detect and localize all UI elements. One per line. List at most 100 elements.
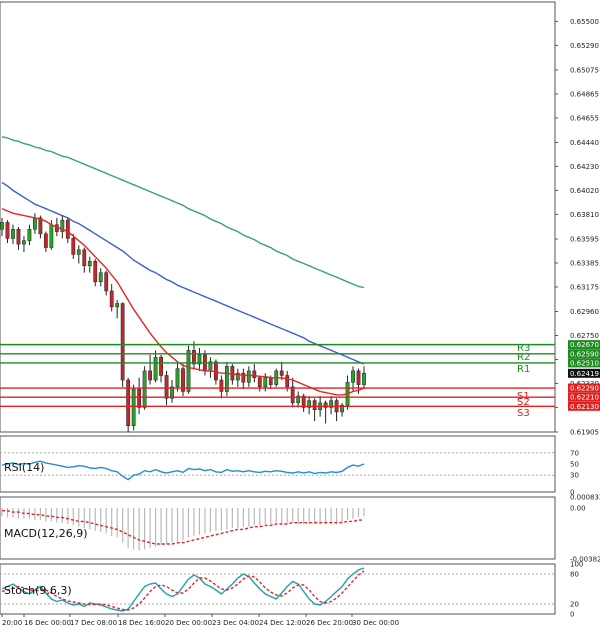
level-price-tag: 0.62290 [568, 383, 600, 393]
macd-tick-label: 0.000833 [570, 494, 600, 502]
time-tick-label: 20 Dec 00:00 [165, 619, 212, 627]
candle [11, 224, 15, 245]
candle [181, 364, 185, 397]
price-tick-label: 0.63385 [570, 259, 599, 267]
level-name-r1: R1 [517, 364, 530, 375]
level-name-r2: R2 [517, 352, 530, 363]
candle [175, 361, 180, 392]
price-tick-label: 0.62960 [570, 308, 599, 316]
macd-panel: 0.0008330.00-0.003827MACD(12,26,9) [0, 494, 600, 564]
candle [362, 366, 366, 390]
time-axis: 20:00 16 Dec 00:0017 Dec 08:00 18 Dec 16:0… [1, 614, 399, 627]
time-tick-label: 20:00 [2, 619, 22, 627]
candle [115, 300, 120, 319]
macd-tick-label: 0.00 [570, 505, 586, 513]
stoch-tick-label: 100 [570, 561, 583, 569]
stoch-label: Stoch(9,6,3) [4, 584, 72, 597]
candle [329, 396, 333, 415]
candle [43, 231, 48, 253]
candle [60, 215, 65, 239]
level-price-tag: 0.62210 [568, 392, 600, 402]
price-panel-frame [0, 1, 556, 433]
price-tick-label: 0.64020 [570, 187, 599, 195]
candle [87, 256, 92, 273]
rsi-line [1, 460, 365, 481]
price-tick-label: 0.65290 [570, 42, 599, 50]
candle [104, 270, 109, 296]
candle [126, 377, 131, 433]
current-price-tag: 0.62419 [568, 368, 600, 378]
ma-slow-line [1, 136, 365, 289]
price-tick-label: 0.61905 [570, 429, 599, 437]
candle [323, 400, 328, 424]
level-price-tag: 0.62130 [568, 401, 600, 411]
candle [290, 377, 295, 408]
ma-mid-line [1, 181, 365, 365]
time-tick-label: 24 Dec 12:00 [259, 619, 306, 627]
candle [137, 377, 142, 415]
level-name-s3: S3 [517, 408, 530, 419]
time-tick-label: 26 Dec 20:00 [306, 619, 353, 627]
rsi-panel-frame [0, 435, 556, 493]
rsi-panel: 7050300RSI(14) [0, 435, 579, 497]
level-price-text: 0.62670 [570, 341, 599, 349]
candle [197, 348, 202, 371]
stoch-tick-label: 80 [570, 571, 579, 579]
time-tick-label: 23 Dec 04:00 [212, 619, 259, 627]
price-tick-label: 0.63595 [570, 235, 599, 243]
time-tick-label: 17 Dec 08:00 [70, 619, 117, 627]
candle [153, 350, 158, 383]
level-price-text: 0.62510 [570, 359, 599, 367]
candle [246, 366, 251, 387]
candle [252, 364, 257, 383]
level-price-text: 0.62130 [570, 403, 599, 411]
price-tick-label: 0.64655 [570, 114, 599, 122]
level-price-tag: 0.62590 [568, 349, 600, 359]
rsi-tick-label: 30 [570, 472, 579, 480]
price-tick-label: 0.63175 [570, 283, 599, 291]
candle [159, 354, 163, 383]
price-panel: 0.65500 0.65290 0.65075 0.64865 0.64655 0.644… [0, 1, 600, 437]
level-price-text: 0.62590 [570, 350, 599, 358]
candle [0, 217, 4, 237]
candle [312, 398, 317, 422]
candle [334, 398, 339, 422]
candle [82, 247, 87, 273]
candle [76, 245, 81, 264]
candle [93, 258, 98, 287]
price-tick-label: 0.64865 [570, 90, 599, 98]
candle [307, 396, 312, 415]
price-tick-label: 0.62750 [570, 332, 599, 340]
rsi-tick-label: 70 [570, 449, 579, 457]
price-tick-label: 0.64440 [570, 139, 599, 147]
candle [296, 391, 301, 408]
time-tick-label: 16 Dec 00:00 [24, 619, 71, 627]
candle [340, 402, 344, 417]
candle [186, 345, 191, 394]
candle [109, 284, 114, 312]
current-price-text: 0.62419 [570, 370, 599, 378]
candle [241, 368, 246, 390]
candle [98, 268, 103, 287]
rsi-tick-label: 50 [570, 461, 579, 469]
candle [27, 224, 32, 246]
candle [16, 226, 21, 250]
price-tick-label: 0.65500 [570, 18, 599, 26]
candle [131, 384, 136, 431]
candle [22, 236, 26, 253]
forex-chart: 0.65500 0.65290 0.65075 0.64865 0.64655 0.644… [0, 1, 600, 627]
candle [224, 361, 229, 397]
time-tick-label: 30 Dec 00:00 [352, 619, 399, 627]
macd-label: MACD(12,26,9) [4, 527, 88, 540]
level-price-text: 0.62290 [570, 385, 599, 393]
price-tick-label: 0.63810 [570, 211, 599, 219]
level-price-tag: 0.62670 [568, 340, 600, 350]
time-tick-label: 18 Dec 16:00 [118, 619, 165, 627]
price-tick-label: 0.65075 [570, 66, 599, 74]
stoch-panel: 100 80 20 0 Stoch(9,6,3) [0, 561, 583, 619]
candle [235, 368, 240, 387]
stoch-tick-label: 0 [570, 611, 574, 619]
candle [257, 375, 262, 392]
price-tick-label: 0.64230 [570, 163, 599, 171]
rsi-label: RSI(14) [4, 461, 44, 474]
